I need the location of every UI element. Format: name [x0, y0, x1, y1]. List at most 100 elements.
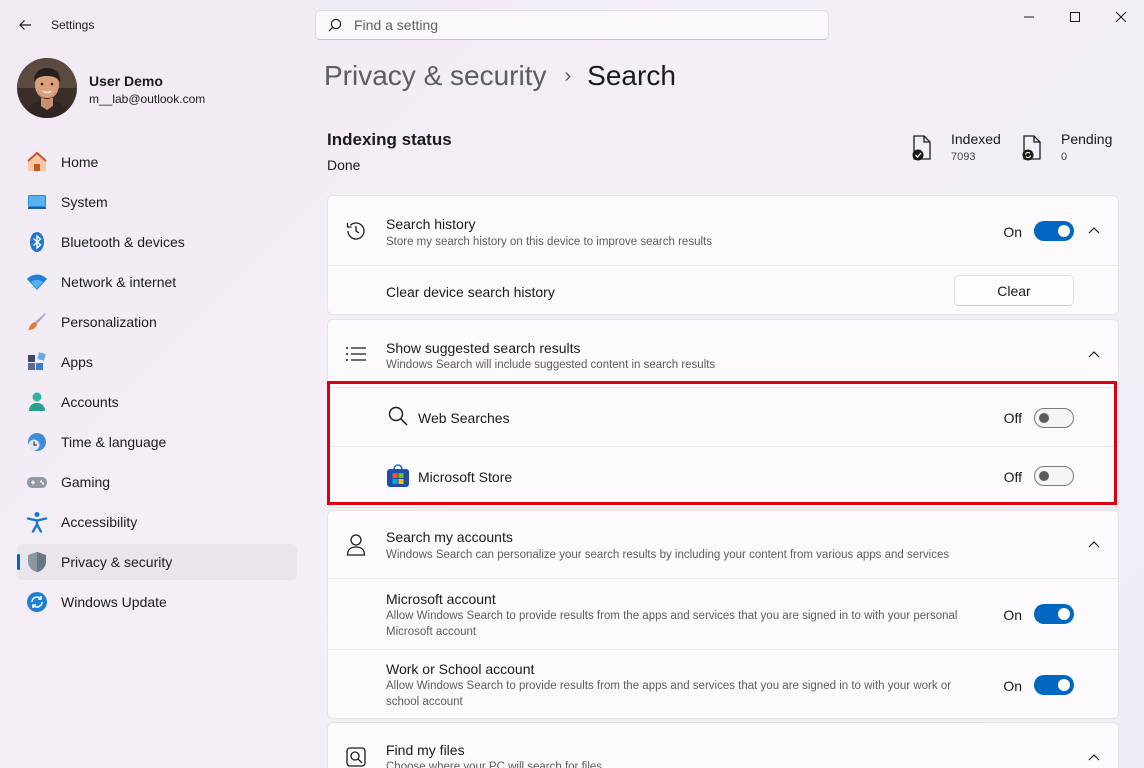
sidebar-nav: Home System Bluetooth & devices Network …	[17, 144, 297, 624]
accounts-icon	[26, 391, 48, 413]
window-controls	[1006, 0, 1144, 34]
work-account-toggle[interactable]	[1034, 675, 1074, 695]
person-icon	[344, 533, 368, 557]
sidebar-item-label: Accounts	[61, 394, 119, 410]
web-searches-label: Web Searches	[418, 410, 510, 426]
microsoft-store-state: Off	[1003, 469, 1022, 485]
microsoft-account-title: Microsoft account	[386, 591, 496, 607]
sidebar-item-label: Apps	[61, 354, 93, 370]
pending-stat: Pending 0	[1021, 131, 1112, 163]
pending-count: 0	[1061, 151, 1068, 163]
chevron-up-icon[interactable]	[1086, 346, 1102, 362]
brush-icon	[26, 311, 48, 333]
microsoft-store-icon	[386, 464, 410, 488]
sidebar-item-label: Network & internet	[61, 274, 177, 290]
sidebar-item-apps[interactable]: Apps	[17, 344, 297, 380]
sidebar-item-label: Home	[61, 154, 99, 170]
close-button[interactable]	[1098, 0, 1144, 34]
microsoft-account-desc: Allow Windows Search to provide results …	[386, 610, 958, 638]
sidebar-item-accounts[interactable]: Accounts	[17, 384, 297, 420]
find-files-desc: Choose where your PC will search for fil…	[386, 761, 603, 768]
breadcrumb: Privacy & security › Search	[324, 60, 676, 92]
wifi-icon	[26, 271, 48, 293]
minimize-button[interactable]	[1006, 0, 1052, 34]
work-account-title: Work or School account	[386, 661, 535, 677]
sidebar-item-label: Privacy & security	[61, 554, 173, 570]
web-searches-row: Web Searches Off	[328, 387, 1118, 446]
find-files-row[interactable]: Find my files Choose where your PC will …	[328, 723, 1118, 768]
breadcrumb-parent[interactable]: Privacy & security	[324, 60, 547, 92]
chevron-up-icon[interactable]	[1086, 749, 1102, 765]
microsoft-store-label: Microsoft Store	[418, 469, 513, 485]
indexed-label: Indexed	[951, 131, 1001, 147]
accessibility-icon	[26, 511, 48, 533]
sidebar-item-bluetooth[interactable]: Bluetooth & devices	[17, 224, 297, 260]
user-name: User Demo	[89, 73, 163, 89]
chevron-up-icon[interactable]	[1086, 536, 1102, 552]
search-history-desc: Store my search history on this device t…	[386, 236, 712, 248]
chevron-up-icon[interactable]	[1086, 222, 1102, 238]
user-avatar-icon	[17, 58, 77, 118]
microsoft-account-row: Microsoft account Allow Windows Search t…	[328, 578, 1118, 649]
search-history-title: Search history	[386, 216, 476, 232]
breadcrumb-separator: ›	[564, 64, 572, 87]
microsoft-account-toggle[interactable]	[1034, 604, 1074, 624]
suggested-results-row[interactable]: Show suggested search results Windows Se…	[328, 320, 1118, 387]
suggested-results-title: Show suggested search results	[386, 340, 581, 356]
microsoft-store-row: Microsoft Store Off	[328, 446, 1118, 507]
back-button[interactable]	[14, 14, 36, 36]
search-accounts-title: Search my accounts	[386, 529, 513, 545]
home-icon	[26, 151, 48, 173]
list-icon	[344, 342, 368, 366]
sidebar-item-windows-update[interactable]: Windows Update	[17, 584, 297, 620]
sidebar-item-home[interactable]: Home	[17, 144, 297, 180]
search-history-row[interactable]: Search history Store my search history o…	[328, 196, 1118, 265]
search-icon	[386, 404, 410, 428]
apps-icon	[26, 351, 48, 373]
sidebar-item-label: Gaming	[61, 474, 111, 490]
search-input[interactable]	[354, 17, 794, 33]
sidebar-item-label: Personalization	[61, 314, 157, 330]
file-search-icon	[344, 745, 368, 768]
search-history-state: On	[1003, 224, 1022, 240]
indexed-count: 7093	[951, 151, 976, 163]
sidebar-item-time-language[interactable]: Time & language	[17, 424, 297, 460]
work-account-row: Work or School account Allow Windows Sea…	[328, 649, 1118, 718]
bluetooth-icon	[26, 231, 48, 253]
update-icon	[26, 591, 48, 613]
search-icon	[328, 18, 342, 32]
search-box[interactable]	[315, 10, 829, 40]
gamepad-icon	[26, 471, 48, 493]
microsoft-store-toggle[interactable]	[1034, 466, 1074, 486]
system-icon	[26, 191, 48, 213]
page-title: Search	[587, 60, 676, 91]
web-searches-state: Off	[1003, 410, 1022, 426]
work-account-state: On	[1003, 678, 1022, 694]
work-account-desc: Allow Windows Search to provide results …	[386, 680, 952, 708]
sidebar-item-accessibility[interactable]: Accessibility	[17, 504, 297, 540]
avatar[interactable]	[17, 58, 77, 118]
maximize-button[interactable]	[1052, 0, 1098, 34]
clock-globe-icon	[26, 431, 48, 453]
minimize-icon	[1024, 16, 1034, 18]
clear-history-label: Clear device search history	[386, 284, 555, 300]
pending-label: Pending	[1061, 131, 1113, 147]
suggested-results-card: Show suggested search results Windows Se…	[327, 319, 1119, 508]
sidebar-item-network[interactable]: Network & internet	[17, 264, 297, 300]
indexing-status-title: Indexing status	[327, 130, 452, 149]
search-accounts-row[interactable]: Search my accounts Windows Search can pe…	[328, 511, 1118, 578]
search-accounts-desc: Windows Search can personalize your sear…	[386, 549, 950, 561]
sidebar-item-label: Accessibility	[61, 514, 138, 530]
search-history-toggle[interactable]	[1034, 221, 1074, 241]
search-history-card: Search history Store my search history o…	[327, 195, 1119, 315]
close-icon	[1116, 12, 1126, 22]
sidebar-item-personalization[interactable]: Personalization	[17, 304, 297, 340]
clear-button[interactable]: Clear	[954, 275, 1074, 306]
sidebar-item-gaming[interactable]: Gaming	[17, 464, 297, 500]
sidebar-item-system[interactable]: System	[17, 184, 297, 220]
document-sync-icon	[1022, 135, 1041, 161]
web-searches-toggle[interactable]	[1034, 408, 1074, 428]
maximize-icon	[1070, 12, 1080, 22]
microsoft-account-state: On	[1003, 607, 1022, 623]
sidebar-item-privacy-security[interactable]: Privacy & security	[17, 544, 297, 580]
